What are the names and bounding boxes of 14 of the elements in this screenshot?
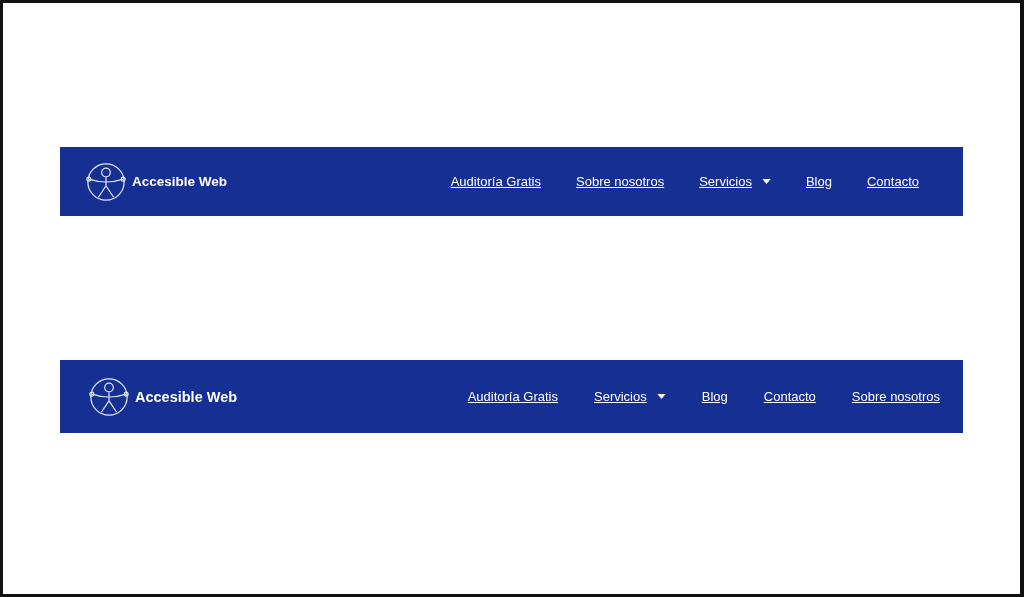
nav-link[interactable]: Auditoría Gratis bbox=[450, 174, 541, 189]
site-name[interactable]: Accesible Web bbox=[135, 388, 238, 405]
nav-link[interactable]: Contacto bbox=[763, 389, 816, 404]
nav-link[interactable]: Auditoría Gratis bbox=[467, 389, 558, 404]
accessibility-logo-icon bbox=[88, 375, 130, 418]
accessibility-logo-icon bbox=[85, 160, 127, 203]
nav-link[interactable]: Servicios bbox=[699, 174, 771, 189]
site-name[interactable]: Accesible Web bbox=[132, 174, 228, 189]
nav-link[interactable]: Servicios bbox=[594, 389, 666, 404]
nav-link[interactable]: Contacto bbox=[866, 174, 919, 189]
nav-link[interactable]: Sobre nosotros bbox=[851, 389, 940, 404]
nav-link[interactable]: Blog bbox=[701, 389, 728, 404]
nav-link[interactable]: Blog bbox=[805, 174, 832, 189]
nav-link[interactable]: Sobre nosotros bbox=[576, 174, 665, 189]
